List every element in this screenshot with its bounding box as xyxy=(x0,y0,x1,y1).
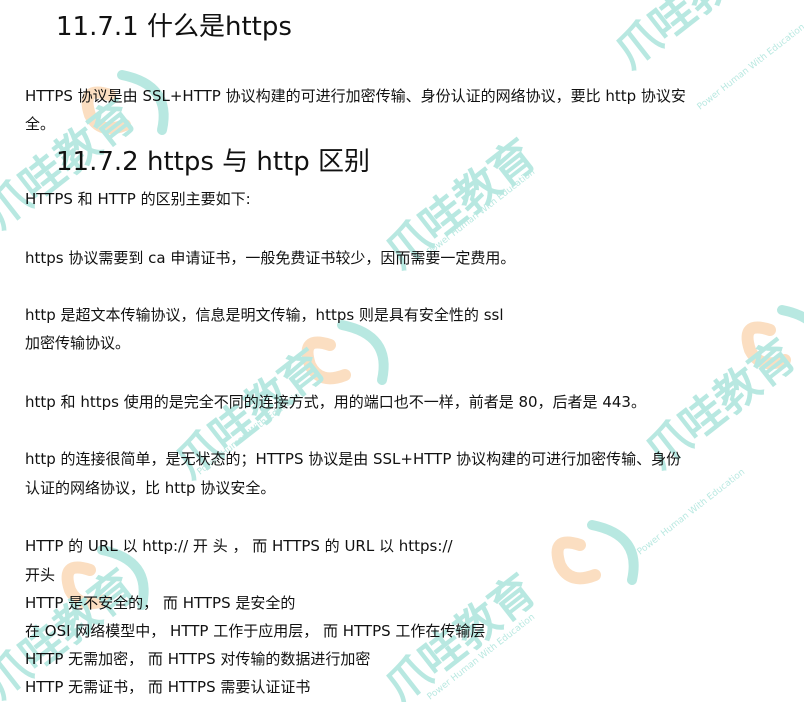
section-heading: 11.7.2 https 与 http 区别 xyxy=(56,147,371,177)
list-item: 认证的网络协议，比 http 协议安全。 xyxy=(25,479,276,497)
list-item: http 和 https 使用的是完全不同的连接方式，用的端口也不一样，前者是 … xyxy=(25,393,646,411)
comparison-line: HTTP 的 URL 以 http:// 开 头 ， 而 HTTPS 的 URL… xyxy=(25,537,453,555)
list-item: http 的连接很简单，是无状态的；HTTPS 协议是由 SSL+HTTP 协议… xyxy=(25,450,682,468)
comparison-line: HTTP 是不安全的， 而 HTTPS 是安全的 xyxy=(25,594,296,612)
document-page: 爪哇教育 爪哇教育 爪哇教育 爪哇教育 爪哇教育 爪哇教育 爪哇教育 Power… xyxy=(0,0,804,702)
list-item: http 是超文本传输协议，信息是明文传输，https 则是具有安全性的 ssl xyxy=(25,306,504,324)
paragraph-line: HTTPS 协议是由 SSL+HTTP 协议构建的可进行加密传输、身份认证的网络… xyxy=(25,87,686,105)
paragraph-line: 全。 xyxy=(25,115,56,133)
comparison-line: 开头 xyxy=(25,566,56,584)
document-content: 11.7.1 什么是https HTTPS 协议是由 SSL+HTTP 协议构建… xyxy=(0,0,804,702)
comparison-line: HTTP 无需加密， 而 HTTPS 对传输的数据进行加密 xyxy=(25,650,371,668)
comparison-line: 在 OSI 网络模型中， HTTP 工作于应用层， 而 HTTPS 工作在传输层 xyxy=(25,622,486,640)
intro-text: HTTPS 和 HTTP 的区别主要如下: xyxy=(25,190,251,208)
section-heading: 11.7.1 什么是https xyxy=(56,12,292,42)
list-item: https 协议需要到 ca 申请证书，一般免费证书较少，因而需要一定费用。 xyxy=(25,249,516,267)
list-item: 加密传输协议。 xyxy=(25,334,131,352)
comparison-line: HTTP 无需证书， 而 HTTPS 需要认证证书 xyxy=(25,678,311,696)
